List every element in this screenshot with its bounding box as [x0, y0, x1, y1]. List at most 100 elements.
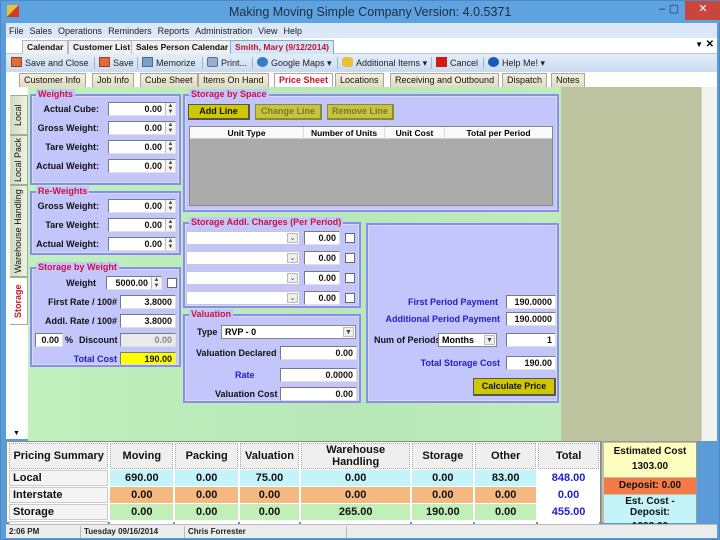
change-line-button[interactable]: Change Line	[255, 104, 322, 120]
col-unit-type[interactable]: Unit Type	[190, 127, 304, 139]
num-periods-input[interactable]: 1	[506, 333, 556, 347]
side-tab-local-pack[interactable]: Local Pack	[10, 135, 28, 185]
addl-rate-input[interactable]: 3.8000	[120, 314, 176, 328]
memorize-button[interactable]: Memorize	[142, 56, 196, 70]
menu-help[interactable]: Help	[280, 23, 305, 38]
print-button[interactable]: Print...	[207, 56, 247, 70]
additional-period-payment-input[interactable]: 190.0000	[506, 312, 556, 326]
spinner-icon[interactable]: ▲ ▼	[165, 122, 175, 134]
status-user: Chris Forrester	[188, 527, 246, 536]
tare-weight-input[interactable]: 0.00 ▲ ▼	[108, 140, 176, 154]
side-tab-local[interactable]: Local	[10, 95, 28, 135]
discount-percent-input[interactable]: 0.00	[35, 333, 63, 347]
spinner-icon[interactable]: ▲ ▼	[165, 219, 175, 231]
tab-items-on-hand[interactable]: Items On Hand	[198, 73, 269, 87]
col-storage: Storage	[412, 443, 474, 469]
tab-price-sheet[interactable]: Price Sheet	[274, 73, 334, 87]
tab-locations[interactable]: Locations	[335, 73, 384, 87]
tab-receiving-outbound[interactable]: Receiving and Outbound	[390, 73, 500, 87]
col-total-per-period[interactable]: Total per Period	[445, 127, 552, 139]
first-rate-input[interactable]: 3.8000	[120, 295, 176, 309]
google-maps-button[interactable]: Google Maps ▾	[257, 56, 332, 70]
spinner-icon[interactable]: ▲ ▼	[165, 141, 175, 153]
menu-operations[interactable]: Operations	[55, 23, 105, 38]
spinner-icon[interactable]: ▲ ▼	[165, 238, 175, 250]
menu-view[interactable]: View	[255, 23, 280, 38]
doc-tab-smith-mary[interactable]: Smith, Mary (9/12/2014)	[230, 40, 335, 54]
addl-charge-select-4[interactable]: ⌄	[186, 291, 300, 305]
scroll-down-icon[interactable]: ▼	[13, 430, 20, 437]
addl-charge-checkbox-4[interactable]	[345, 293, 355, 303]
help-icon	[488, 57, 499, 67]
menu-reminders[interactable]: Reminders	[105, 23, 155, 38]
weight-checkbox[interactable]	[167, 278, 177, 288]
vertical-scrollbar[interactable]	[701, 87, 717, 441]
spinner-icon[interactable]: ▲ ▼	[165, 160, 175, 172]
valuation-declared-input[interactable]: 0.00	[280, 346, 357, 360]
add-line-button[interactable]: Add Line	[188, 104, 250, 120]
calculate-price-button[interactable]: Calculate Price	[473, 378, 556, 396]
spinner-icon[interactable]: ▲ ▼	[165, 200, 175, 212]
reweight-actual-input[interactable]: 0.00 ▲ ▼	[108, 237, 176, 251]
addl-charge-amount-3[interactable]: 0.00	[304, 271, 340, 285]
tab-customer-info[interactable]: Customer Info	[19, 73, 86, 87]
menu-file[interactable]: File	[6, 23, 27, 38]
tab-notes[interactable]: Notes	[551, 73, 585, 87]
actual-cube-input[interactable]: 0.00 ▲ ▼	[108, 102, 176, 116]
doc-tab-customer-list[interactable]: Customer List	[68, 40, 136, 54]
save-button[interactable]: Save	[99, 56, 134, 70]
reweight-tare-input[interactable]: 0.00 ▲ ▼	[108, 218, 176, 232]
estimated-cost-label: Estimated Cost	[613, 446, 687, 457]
tab-job-info[interactable]: Job Info	[92, 73, 135, 87]
addl-charge-select-3[interactable]: ⌄	[186, 271, 300, 285]
tab-cube-sheet[interactable]: Cube Sheet	[140, 73, 198, 87]
menu-sales[interactable]: Sales	[27, 23, 56, 38]
cell-storage: 190.00	[412, 504, 474, 520]
weight-input[interactable]: 5000.00 ▲ ▼	[106, 276, 162, 290]
menu-administration[interactable]: Administration	[192, 23, 255, 38]
menu-reports[interactable]: Reports	[155, 23, 193, 38]
reweight-gross-input[interactable]: 0.00 ▲ ▼	[108, 199, 176, 213]
valuation-type-select[interactable]: RVP - 0 ▼	[221, 325, 356, 339]
addl-charge-checkbox-1[interactable]	[345, 233, 355, 243]
save-and-close-button[interactable]: Save and Close	[11, 56, 89, 70]
addl-charges-title: Storage Addl. Charges (Per Period)	[189, 217, 344, 227]
side-tab-storage[interactable]: Storage	[10, 277, 28, 325]
first-period-payment-input[interactable]: 190.0000	[506, 295, 556, 309]
storage-space-table[interactable]: Unit Type Number of Units Unit Cost Tota…	[189, 126, 553, 206]
chevron-down-icon[interactable]: ⌄	[287, 233, 298, 243]
doc-tab-calendar[interactable]: Calendar	[22, 40, 69, 54]
col-warehouse-handling: Warehouse Handling	[300, 443, 411, 469]
remove-line-button[interactable]: Remove Line	[327, 104, 394, 120]
addl-charge-select-1[interactable]: ⌄	[186, 231, 300, 245]
actual-weight-input[interactable]: 0.00 ▲ ▼	[108, 159, 176, 173]
addl-charge-amount-2[interactable]: 0.00	[304, 251, 340, 265]
maximize-button[interactable]: ▢	[663, 1, 685, 20]
chevron-down-icon[interactable]: ⌄	[287, 253, 298, 263]
spinner-icon[interactable]: ▲ ▼	[151, 277, 161, 289]
chevron-down-icon[interactable]: ▼	[343, 327, 354, 337]
tab-dispatch[interactable]: Dispatch	[502, 73, 548, 87]
addl-charge-checkbox-2[interactable]	[345, 253, 355, 263]
chevron-down-icon[interactable]: ⌄	[287, 293, 298, 303]
chevron-down-icon[interactable]: ⌄	[287, 273, 298, 283]
col-number-of-units[interactable]: Number of Units	[304, 127, 385, 139]
col-unit-cost[interactable]: Unit Cost	[385, 127, 445, 139]
gross-weight-input[interactable]: 0.00 ▲ ▼	[108, 121, 176, 135]
rate-input[interactable]: 0.0000	[280, 368, 357, 382]
cancel-button[interactable]: Cancel	[436, 56, 478, 70]
close-tab-icon[interactable]: ✕	[706, 39, 714, 50]
addl-charge-select-2[interactable]: ⌄	[186, 251, 300, 265]
help-button[interactable]: Help Me! ▾	[488, 56, 545, 70]
addl-charge-amount-1[interactable]: 0.00	[304, 231, 340, 245]
tab-list-dropdown-icon[interactable]: ▼	[695, 40, 703, 49]
addl-charge-amount-4[interactable]: 0.00	[304, 291, 340, 305]
additional-items-button[interactable]: Additional Items ▾	[342, 56, 427, 70]
side-tab-warehouse-handling[interactable]: Warehouse Handling	[10, 185, 28, 277]
close-button[interactable]: ✕	[685, 1, 720, 20]
doc-tab-sales-person-calendar[interactable]: Sales Person Calendar	[131, 40, 234, 54]
chevron-down-icon[interactable]: ▼	[484, 335, 495, 345]
spinner-icon[interactable]: ▲ ▼	[165, 103, 175, 115]
period-unit-select[interactable]: Months ▼	[438, 333, 497, 347]
addl-charge-checkbox-3[interactable]	[345, 273, 355, 283]
